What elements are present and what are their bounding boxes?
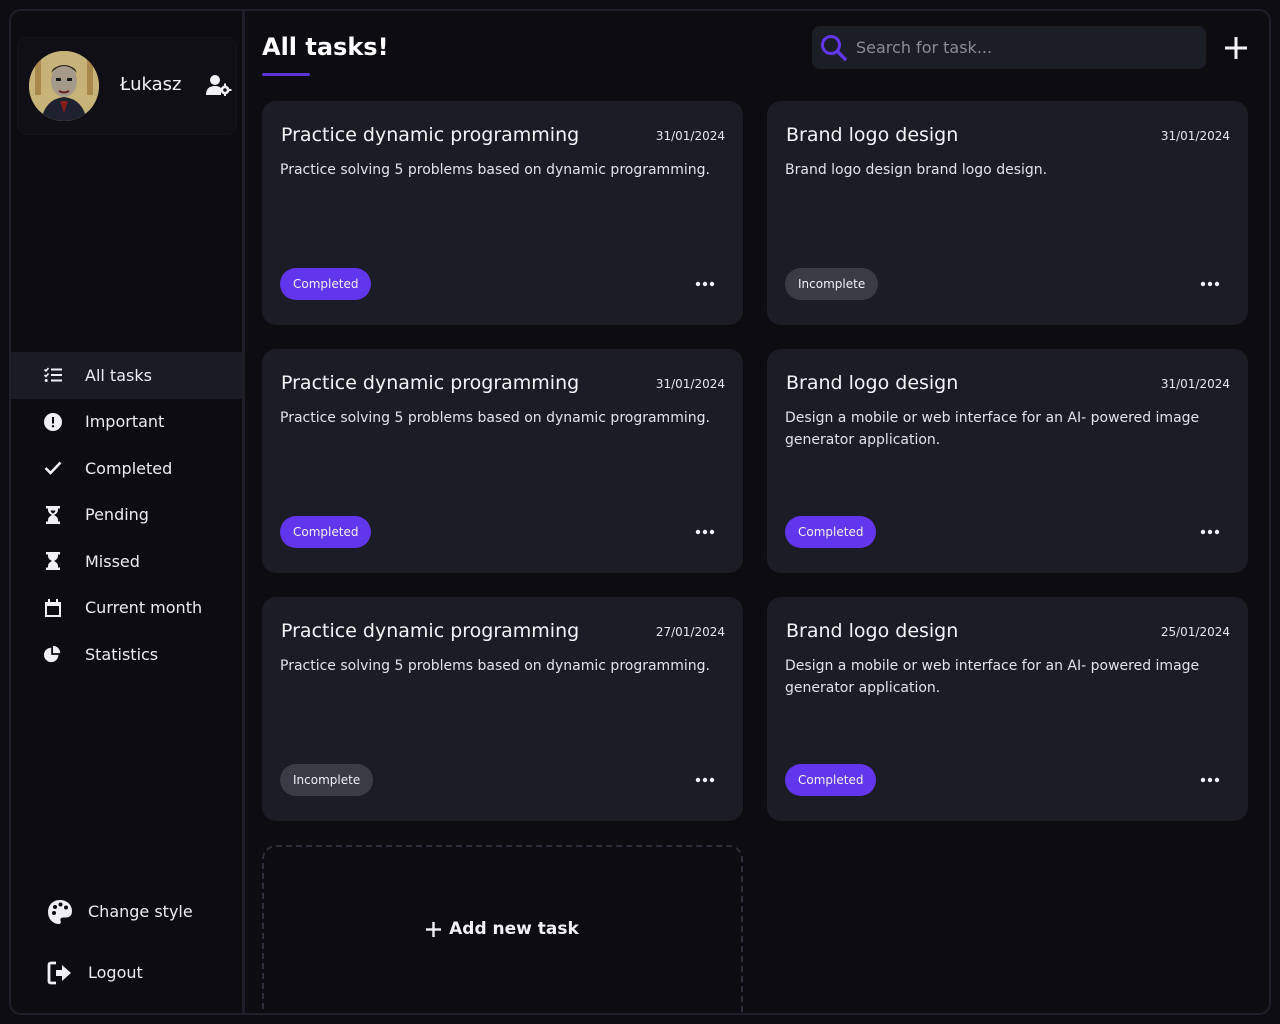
sidebar-item-label: Missed: [85, 551, 140, 571]
sidebar-divider: [242, 11, 245, 1013]
task-title: Practice dynamic programming: [281, 372, 580, 394]
task-description: Design a mobile or web interface for an …: [785, 658, 1200, 696]
change-style-button[interactable]: Change style: [11, 881, 242, 942]
sidebar-item-label: Statistics: [85, 644, 159, 664]
logout-icon: [47, 960, 73, 986]
check-icon: [44, 459, 62, 477]
pie-chart-icon: [44, 645, 62, 663]
task-date: 31/01/2024: [1160, 377, 1230, 391]
task-date: 31/01/2024: [1160, 129, 1230, 143]
sidebar-item-label: Important: [85, 412, 165, 432]
sidebar-item-current-month[interactable]: Current month: [11, 585, 242, 632]
search-bar: [812, 26, 1206, 69]
add-new-task-card[interactable]: Add new task: [262, 845, 743, 1013]
task-date: 31/01/2024: [655, 377, 725, 391]
more-options-icon[interactable]: [695, 529, 715, 535]
more-options-icon[interactable]: [1200, 529, 1220, 535]
sidebar-item-label: Completed: [85, 458, 173, 478]
sidebar-bottom: Change style Logout: [11, 881, 242, 1003]
task-title: Practice dynamic programming: [281, 620, 580, 642]
title-underline: [262, 73, 310, 76]
sidebar: Łukasz All tasks Important Completed Pen…: [11, 11, 242, 1013]
add-task-icon[interactable]: [1225, 37, 1247, 59]
sidebar-item-label: All tasks: [85, 365, 152, 385]
sidebar-item-label: Current month: [85, 598, 203, 618]
task-title: Practice dynamic programming: [281, 124, 580, 146]
logout-button[interactable]: Logout: [11, 942, 242, 1003]
user-settings-icon[interactable]: [206, 74, 232, 97]
task-date: 31/01/2024: [655, 129, 725, 143]
task-description: Brand logo design brand logo design.: [785, 162, 1048, 178]
status-badge[interactable]: Completed: [280, 516, 372, 548]
main-content: All tasks! Practice dynamic programming …: [262, 11, 1269, 1013]
task-card[interactable]: Practice dynamic programming 31/01/2024 …: [262, 101, 743, 325]
task-description: Practice solving 5 problems based on dyn…: [280, 162, 710, 178]
avatar[interactable]: [29, 51, 99, 121]
add-new-task-label: Add new task: [449, 919, 579, 939]
task-title: Brand logo design: [786, 372, 959, 394]
task-card[interactable]: Practice dynamic programming 31/01/2024 …: [262, 349, 743, 573]
task-description: Practice solving 5 problems based on dyn…: [280, 658, 710, 674]
task-title: Brand logo design: [786, 620, 959, 642]
hourglass-icon: [44, 505, 62, 524]
task-description: Design a mobile or web interface for an …: [785, 410, 1200, 448]
more-options-icon[interactable]: [1200, 281, 1220, 287]
status-badge[interactable]: Completed: [280, 268, 372, 300]
sidebar-item-pending[interactable]: Pending: [11, 492, 242, 539]
more-options-icon[interactable]: [695, 777, 715, 783]
more-options-icon[interactable]: [1200, 777, 1220, 783]
more-options-icon[interactable]: [695, 281, 715, 287]
change-style-label: Change style: [88, 902, 193, 921]
task-title: Brand logo design: [786, 124, 959, 146]
status-badge[interactable]: Completed: [785, 764, 877, 796]
task-date: 25/01/2024: [1160, 625, 1230, 639]
profile-card: Łukasz: [17, 37, 237, 135]
task-card[interactable]: Brand logo design 31/01/2024 Brand logo …: [767, 101, 1248, 325]
status-badge[interactable]: Completed: [785, 516, 877, 548]
list-check-icon: [44, 366, 62, 384]
task-card[interactable]: Brand logo design 31/01/2024 Design a mo…: [767, 349, 1248, 573]
sidebar-item-missed[interactable]: Missed: [11, 538, 242, 585]
status-badge[interactable]: Incomplete: [280, 764, 374, 796]
app-frame: Łukasz All tasks Important Completed Pen…: [9, 9, 1271, 1015]
sidebar-item-all-tasks[interactable]: All tasks: [11, 352, 242, 399]
sidebar-item-important[interactable]: Important: [11, 399, 242, 446]
status-badge[interactable]: Incomplete: [785, 268, 879, 300]
task-card[interactable]: Practice dynamic programming 27/01/2024 …: [262, 597, 743, 821]
logout-label: Logout: [88, 963, 143, 982]
plus-icon: [426, 921, 442, 937]
task-description: Practice solving 5 problems based on dyn…: [280, 410, 710, 426]
sidebar-nav: All tasks Important Completed Pending Mi…: [11, 352, 242, 678]
search-icon[interactable]: [820, 34, 848, 62]
task-card[interactable]: Brand logo design 25/01/2024 Design a mo…: [767, 597, 1248, 821]
hourglass-icon: [44, 552, 62, 571]
sidebar-item-label: Pending: [85, 505, 149, 525]
sidebar-item-statistics[interactable]: Statistics: [11, 631, 242, 678]
exclamation-circle-icon: [44, 412, 62, 431]
palette-icon: [47, 899, 73, 925]
sidebar-item-completed[interactable]: Completed: [11, 445, 242, 492]
task-date: 27/01/2024: [655, 625, 725, 639]
search-input[interactable]: [856, 38, 1186, 57]
profile-name: Łukasz: [120, 74, 182, 95]
calendar-icon: [44, 598, 62, 617]
page-title: All tasks!: [262, 33, 389, 61]
add-new-task-button[interactable]: Add new task: [426, 919, 579, 939]
